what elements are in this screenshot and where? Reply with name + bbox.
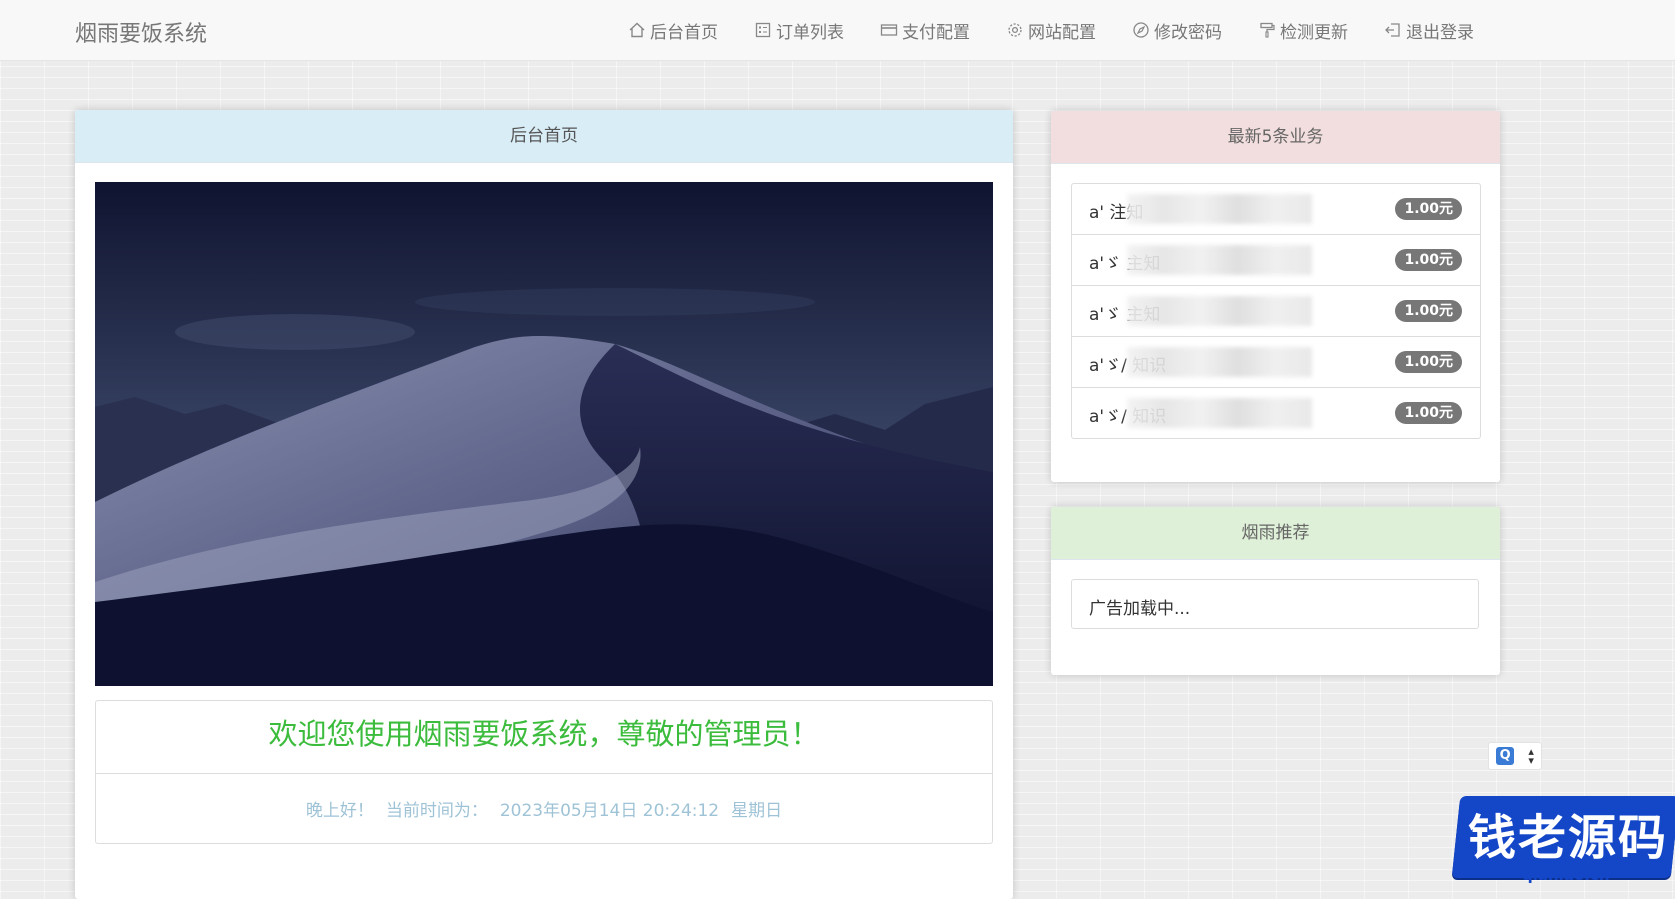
- list-item[interactable]: a'ゞ/ 知识 1.00元: [1072, 337, 1480, 388]
- ad-placeholder[interactable]: 广告加载中...: [1071, 579, 1479, 629]
- current-time-line: 晚上好！ 当前时间为： 2023年05月14日 20:24:12 星期日: [96, 796, 992, 821]
- privacy-blur: [1127, 398, 1312, 428]
- panel-heading: 后台首页: [75, 110, 1013, 163]
- amount-badge: 1.00元: [1395, 402, 1462, 424]
- nav-label: 订单列表: [776, 22, 844, 43]
- gear-icon: [1006, 21, 1024, 39]
- greeting-text: 晚上好！: [305, 801, 374, 821]
- nav-item-site-config[interactable]: 网站配置: [1006, 18, 1096, 43]
- welcome-box: 欢迎您使用烟雨要饭系统，尊敬的管理员！ 晚上好！ 当前时间为： 2023年05月14…: [95, 700, 993, 844]
- nav-label: 退出登录: [1406, 22, 1474, 43]
- list-item[interactable]: a'ゞ 主知 1.00元: [1072, 286, 1480, 337]
- panel-heading: 烟雨推荐: [1051, 507, 1500, 560]
- nav-item-home[interactable]: 后台首页: [628, 18, 718, 43]
- watermark-url: qianlao.cn: [1522, 866, 1610, 884]
- nav-label: 网站配置: [1028, 22, 1096, 43]
- desert-dunes-night-image: [95, 182, 993, 686]
- nav-item-logout[interactable]: 退出登录: [1384, 18, 1474, 43]
- recent-orders-panel: 最新5条业务 a' 注知 1.00元 a'ゞ 主知 1.00元 a'ゞ 主知 1…: [1051, 111, 1500, 482]
- privacy-blur: [1127, 245, 1312, 275]
- paint-roller-icon: [1258, 21, 1276, 39]
- nav-item-payment[interactable]: 支付配置: [880, 18, 970, 43]
- credit-card-icon: [880, 21, 898, 39]
- scroll-arrows-icon[interactable]: ▴ ▾: [1528, 746, 1534, 766]
- privacy-blur: [1127, 194, 1312, 224]
- list-item[interactable]: a'ゞ/ 知识 1.00元: [1072, 388, 1480, 438]
- brand-title[interactable]: 烟雨要饭系统: [75, 16, 207, 48]
- nav-item-orders[interactable]: 订单列表: [754, 18, 844, 43]
- amount-badge: 1.00元: [1395, 351, 1462, 373]
- watermark-title: 钱老源码: [1468, 810, 1669, 866]
- nav-label: 后台首页: [650, 22, 718, 43]
- list-item[interactable]: a'ゞ 主知 1.00元: [1072, 235, 1480, 286]
- datetime-value: 2023年05月14日 20:24:12: [499, 801, 720, 821]
- dashboard-panel: 后台首页 欢迎您使用烟雨要饭系统，尊敬的管理员！ 晚上好！ 当前时间为： 202…: [75, 110, 1013, 899]
- time-label: 当前时间为：: [385, 801, 488, 821]
- privacy-blur: [1127, 296, 1312, 326]
- amount-badge: 1.00元: [1395, 300, 1462, 322]
- amount-badge: 1.00元: [1395, 249, 1462, 271]
- nav-label: 支付配置: [902, 22, 970, 43]
- watermark-logo: 钱老源码 qianlao.cn: [1448, 782, 1675, 889]
- panel-heading: 最新5条业务: [1051, 111, 1500, 164]
- recommend-panel: 烟雨推荐 广告加载中...: [1051, 507, 1500, 675]
- recent-orders-list: a' 注知 1.00元 a'ゞ 主知 1.00元 a'ゞ 主知 1.00元 a'…: [1071, 183, 1481, 439]
- nav-item-check-update[interactable]: 检测更新: [1258, 18, 1348, 43]
- nav-item-change-password[interactable]: 修改密码: [1132, 18, 1222, 43]
- nav-menu: 后台首页 订单列表 支付配置 网站配置 修改密码 检测更新 退出登录: [628, 0, 1510, 60]
- floating-widget[interactable]: Q ▴ ▾: [1488, 742, 1542, 770]
- logout-icon: [1384, 21, 1402, 39]
- privacy-blur: [1127, 347, 1312, 377]
- nav-label: 修改密码: [1154, 22, 1222, 43]
- welcome-title: 欢迎您使用烟雨要饭系统，尊敬的管理员！: [96, 701, 992, 774]
- amount-badge: 1.00元: [1395, 198, 1462, 220]
- nav-label: 检测更新: [1280, 22, 1348, 43]
- list-item[interactable]: a' 注知 1.00元: [1072, 184, 1480, 235]
- weekday-value: 星期日: [731, 801, 783, 821]
- compass-icon: [1132, 21, 1150, 39]
- top-navbar: 烟雨要饭系统 后台首页 订单列表 支付配置 网站配置 修改密码 检测更新 退出登…: [0, 0, 1675, 61]
- q-app-icon[interactable]: Q: [1496, 747, 1515, 765]
- home-icon: [628, 21, 646, 39]
- list-icon: [754, 21, 772, 39]
